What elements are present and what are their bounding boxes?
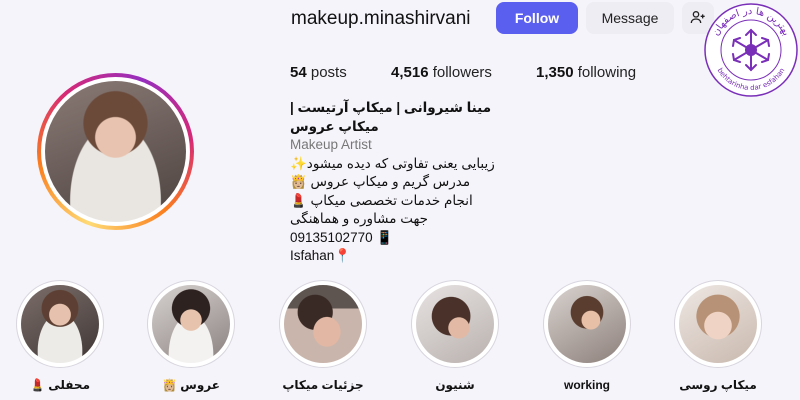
- profile-category: Makeup Artist: [290, 137, 372, 152]
- highlight-label: عروس 👸🏼: [162, 378, 220, 392]
- bio-line: انجام خدمات تخصصی میکاپ 💄: [290, 192, 473, 208]
- highlight-label: جزئیات میکاپ: [282, 378, 364, 392]
- following-label: following: [577, 64, 637, 81]
- highlight-item[interactable]: جزئیات میکاپ: [273, 280, 373, 392]
- highlight-item[interactable]: عروس 👸🏼: [141, 280, 241, 392]
- profile-username: makeup.minashirvani: [291, 8, 471, 29]
- bio-phone: 09135102770 📱: [290, 229, 394, 245]
- story-highlights: محفلی 💄 عروس 👸🏼 جزئیات میکاپ شنیون worki…: [0, 280, 800, 400]
- follow-button[interactable]: Follow: [496, 2, 578, 34]
- followers-label: followers: [432, 64, 492, 81]
- highlight-label: محفلی 💄: [29, 378, 91, 392]
- bio-line: زیبایی یعنی تفاوتی که دیده میشود✨: [290, 155, 495, 171]
- profile-bio: مینا شیروانی | میکاپ آرتیست | میکاپ عروس…: [290, 99, 520, 266]
- highlight-item[interactable]: میکاپ روسی: [668, 280, 768, 392]
- snowflake-stamp-icon: بهترین ها در اصفهان behtarinha dar esfah…: [703, 2, 799, 98]
- highlight-cover: [543, 280, 631, 368]
- highlight-cover: [147, 280, 235, 368]
- highlight-cover: [411, 280, 499, 368]
- highlight-item[interactable]: شنیون: [405, 280, 505, 392]
- highlight-label: میکاپ روسی: [679, 378, 757, 392]
- message-button[interactable]: Message: [586, 2, 674, 34]
- profile-avatar[interactable]: [37, 73, 194, 230]
- following-count: 1,350: [536, 64, 574, 81]
- posts-count: 54: [290, 64, 307, 81]
- bio-location: Isfahan📍: [290, 248, 352, 263]
- avatar-inner: [41, 77, 190, 226]
- highlight-label: شنیون: [435, 378, 475, 392]
- followers-count: 4,516: [391, 64, 429, 81]
- avatar-photo: [45, 81, 186, 222]
- highlight-item[interactable]: محفلی 💄: [10, 280, 110, 392]
- following-stat[interactable]: 1,350 following: [536, 64, 636, 81]
- highlight-item[interactable]: working: [537, 280, 637, 392]
- highlight-cover: [674, 280, 762, 368]
- highlight-label: working: [563, 378, 610, 392]
- highlight-cover: [279, 280, 367, 368]
- posts-label: posts: [310, 64, 347, 81]
- bio-line: جهت مشاوره و هماهنگی: [290, 211, 429, 226]
- posts-stat: 54 posts: [290, 64, 347, 81]
- highlight-cover: [16, 280, 104, 368]
- followers-stat[interactable]: 4,516 followers: [391, 64, 492, 81]
- profile-full-name: مینا شیروانی | میکاپ آرتیست | میکاپ عروس: [290, 100, 492, 134]
- bio-line: مدرس گریم و میکاپ عروس 👸🏼: [290, 174, 471, 189]
